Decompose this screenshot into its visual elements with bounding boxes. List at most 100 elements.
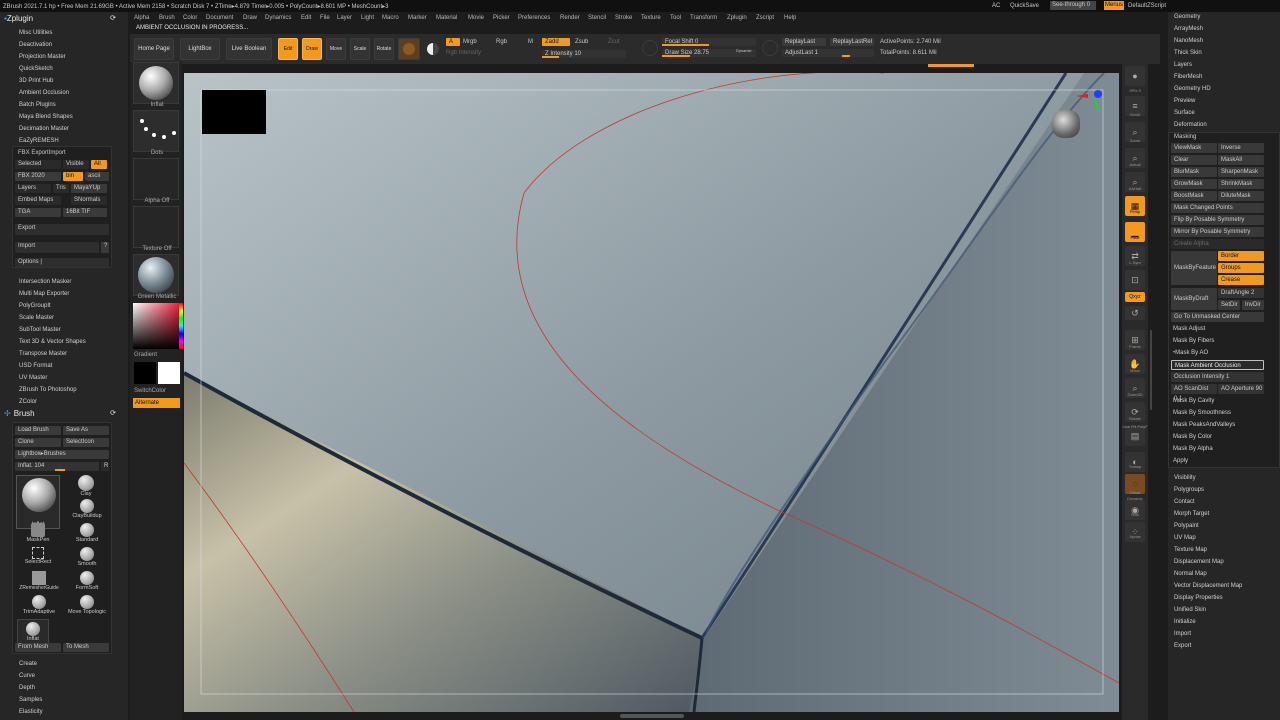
tool-deformation[interactable]: Deformation: [1174, 122, 1207, 128]
gizmo-icon[interactable]: [1074, 86, 1104, 116]
tool-thick-skin[interactable]: Thick Skin: [1174, 50, 1202, 56]
menu-texture[interactable]: Texture: [641, 15, 661, 21]
fbx-export-button[interactable]: Export: [15, 224, 109, 235]
tool-texture-map[interactable]: Texture Map: [1174, 547, 1207, 553]
zplugin-polygroupit[interactable]: PolyGroupIt: [19, 303, 51, 309]
draft-angle-slider[interactable]: DraftAngle 2: [1218, 288, 1264, 298]
menu-material[interactable]: Material: [436, 15, 457, 21]
fbx-help-button[interactable]: ?: [101, 242, 109, 253]
mask-by-fibers-item[interactable]: Mask By Fibers: [1173, 338, 1214, 344]
a-toggle[interactable]: A: [446, 38, 460, 46]
rgb-toggle[interactable]: Rgb: [496, 39, 507, 45]
viewmask-button[interactable]: ViewMask: [1171, 143, 1217, 153]
mask-ambient-occlusion-button[interactable]: Mask Ambient Occlusion: [1171, 360, 1264, 370]
material-thumb[interactable]: [133, 254, 179, 296]
menu-draw[interactable]: Draw: [243, 15, 257, 21]
refresh-icon[interactable]: ⟳: [110, 13, 116, 24]
mask-by-alpha-item[interactable]: Mask By Alpha: [1173, 446, 1213, 452]
occlusion-intensity-slider[interactable]: Occlusion Intensity 1: [1171, 372, 1264, 382]
zplugin-scale-master[interactable]: Scale Master: [19, 315, 54, 321]
rotate-axis-icon[interactable]: ↺: [1125, 306, 1145, 320]
menu-light[interactable]: Light: [361, 15, 374, 21]
alpha-thumb[interactable]: [133, 158, 179, 200]
tool-surface[interactable]: Surface: [1174, 110, 1195, 116]
ao-aperture-slider[interactable]: AO Aperture 90: [1218, 384, 1264, 394]
material-sphere-icon[interactable]: [398, 38, 420, 60]
to-mesh-button[interactable]: To Mesh: [63, 643, 109, 652]
tool-polypaint[interactable]: Polypaint: [1174, 523, 1199, 529]
tool-uv-map[interactable]: UV Map: [1174, 535, 1196, 541]
edit-mode-button[interactable]: Edit: [278, 38, 298, 60]
maskall-button[interactable]: MaskAll: [1218, 155, 1264, 165]
tool-display-properties[interactable]: Display Properties: [1174, 595, 1223, 601]
mask-by-smoothness-item[interactable]: Mask By Smoothness: [1173, 410, 1231, 416]
stroke-thumb[interactable]: [133, 110, 179, 152]
menu-color[interactable]: Color: [183, 15, 197, 21]
sharpenmask-button[interactable]: SharpenMask: [1218, 167, 1264, 177]
tool-polygroups[interactable]: Polygroups: [1174, 487, 1204, 493]
blurmask-button[interactable]: BlurMask: [1171, 167, 1217, 177]
zplugin-batch-plugins[interactable]: Batch Plugins: [19, 102, 56, 108]
menu-stroke[interactable]: Stroke: [615, 15, 632, 21]
color-picker-square[interactable]: [133, 303, 179, 349]
quicksave-button[interactable]: QuickSave: [1010, 3, 1039, 9]
brush-depth[interactable]: Depth: [19, 685, 35, 691]
border-toggle[interactable]: Border: [1218, 251, 1264, 261]
mask-by-cavity-item[interactable]: Mask By Cavity: [1173, 398, 1214, 404]
zadd-toggle[interactable]: Zadd: [542, 38, 570, 46]
zplugin-text-3d[interactable]: Text 3D & Vector Shapes: [19, 339, 86, 345]
flip-posable-symmetry-button[interactable]: Flip By Posable Symmetry: [1171, 215, 1264, 225]
dilutemask-button[interactable]: DiluteMask: [1218, 191, 1264, 201]
inverse-button[interactable]: Inverse: [1218, 143, 1264, 153]
tool-layers[interactable]: Layers: [1174, 62, 1192, 68]
secondary-color-swatch[interactable]: [158, 362, 180, 384]
symmetry-icon[interactable]: [424, 38, 442, 60]
rgb-intensity-slider[interactable]: Rgb Intensity: [446, 50, 481, 56]
focal-shift-slider[interactable]: Focal Shift 0: [662, 38, 756, 46]
menu-zscript[interactable]: Zscript: [756, 15, 774, 21]
hue-slider[interactable]: [179, 303, 183, 349]
masking-title[interactable]: Masking: [1174, 134, 1196, 140]
fbx-import-button[interactable]: Import: [15, 242, 99, 253]
fbx-title[interactable]: FBX ExportImport: [18, 150, 66, 156]
replay-last-button[interactable]: ReplayLast: [782, 38, 826, 46]
zplugin-subtool-master[interactable]: SubTool Master: [19, 327, 61, 333]
menu-file[interactable]: File: [320, 15, 330, 21]
zplugin-quicksketch[interactable]: QuickSketch: [19, 66, 53, 72]
ao-scandist-slider[interactable]: AO ScanDist 0.1: [1171, 384, 1217, 402]
menu-zplugin[interactable]: Zplugin: [727, 15, 747, 21]
tool-vector-displacement-map[interactable]: Vector Displacement Map: [1174, 583, 1242, 589]
mask-by-color-item[interactable]: Mask By Color: [1173, 434, 1212, 440]
fbx-bin[interactable]: bin: [63, 172, 83, 181]
menu-transform[interactable]: Transform: [690, 15, 717, 21]
menu-layer[interactable]: Layer: [337, 15, 352, 21]
fbx-tris[interactable]: Tris: [53, 184, 69, 193]
save-as-button[interactable]: Save As: [63, 426, 109, 435]
shrinkmask-button[interactable]: ShrinkMask: [1218, 179, 1264, 189]
zplugin-deactivation[interactable]: Deactivation: [19, 42, 52, 48]
refresh-icon[interactable]: ⟳: [110, 408, 116, 419]
mirror-posable-symmetry-button[interactable]: Mirror By Posable Symmetry: [1171, 227, 1264, 237]
menu-dynamics[interactable]: Dynamics: [265, 15, 291, 21]
z-intensity-slider[interactable]: Z Intensity 10: [542, 50, 626, 58]
growmask-button[interactable]: GrowMask: [1171, 179, 1217, 189]
tool-displacement-map[interactable]: Displacement Map: [1174, 559, 1224, 565]
zplugin-misc-utilities[interactable]: Misc Utilities: [19, 30, 52, 36]
home-page-button[interactable]: Home Page: [134, 38, 174, 60]
switch-color-button[interactable]: SwitchColor: [134, 388, 180, 394]
menus-toggle[interactable]: Menus: [1104, 1, 1124, 10]
zplugin-intersection-masker[interactable]: Intersection Masker: [19, 279, 71, 285]
tool-preview-icon[interactable]: [1052, 110, 1080, 138]
dynamic-toggle[interactable]: Dynamic: [736, 48, 752, 53]
m-toggle[interactable]: M: [528, 39, 533, 45]
create-alpha-button[interactable]: Create Alpha: [1171, 239, 1264, 249]
replay-last-rel-button[interactable]: ReplayLastRel: [830, 38, 874, 46]
texture-thumb[interactable]: [133, 206, 179, 248]
rotate-mode-button[interactable]: Rotate: [374, 38, 394, 60]
move-mode-button[interactable]: Move: [326, 38, 346, 60]
brush-thumb[interactable]: [133, 62, 179, 104]
right-scrollbar[interactable]: [1150, 330, 1152, 410]
select-icon-button[interactable]: SelectIcon: [63, 438, 109, 447]
zplugin-transpose-master[interactable]: Transpose Master: [19, 351, 67, 357]
fbx-selected[interactable]: Selected: [15, 160, 61, 169]
